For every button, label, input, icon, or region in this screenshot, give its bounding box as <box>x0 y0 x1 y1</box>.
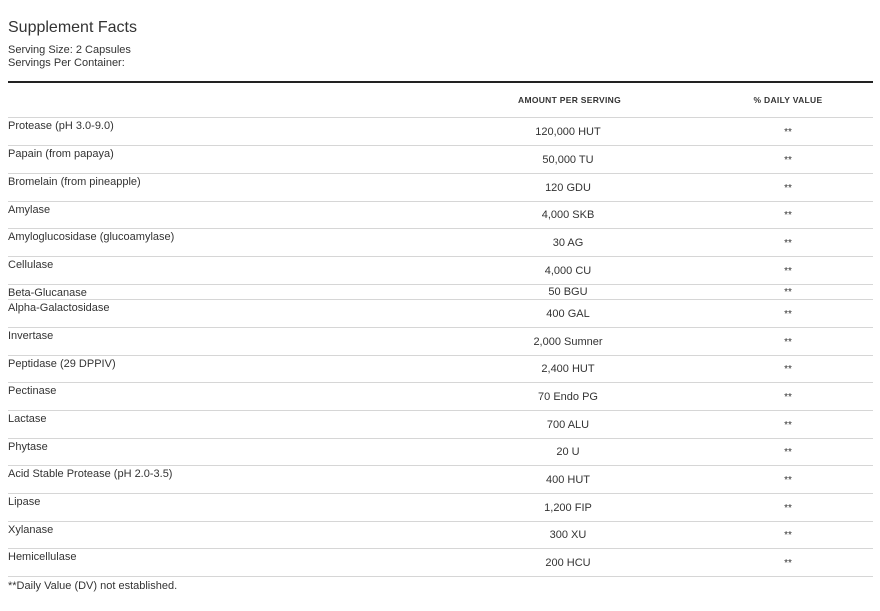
ingredient-name: Phytase <box>8 441 48 453</box>
table-row: Hemicellulase 200 HCU ** <box>8 549 873 577</box>
ingredient-amount: 700 ALU <box>546 419 590 431</box>
ingredient-daily-value: ** <box>784 364 792 375</box>
table-row: Acid Stable Protease (pH 2.0-3.5) 400 HUT… <box>8 466 873 494</box>
ingredient-name: Amylase <box>8 204 51 216</box>
table-row: Beta-Glucanase 50 BGU ** <box>8 285 873 300</box>
ingredient-amount: 50 BGU <box>548 286 588 298</box>
ingredient-daily-value: ** <box>784 475 792 486</box>
thick-divider <box>8 81 873 83</box>
ingredient-name: Hemicellulase <box>8 551 77 563</box>
ingredient-name: Peptidase (29 DPPIV) <box>8 358 116 370</box>
ingredient-amount: 4,000 SKB <box>541 209 595 221</box>
table-row: Peptidase (29 DPPIV) 2,400 HUT ** <box>8 356 873 383</box>
table-row: Lactase 700 ALU ** <box>8 411 873 439</box>
ingredient-amount: 200 HCU <box>545 557 591 569</box>
servings-per-container: Servings Per Container: <box>8 57 125 69</box>
ingredient-amount: 20 U <box>556 446 580 458</box>
ingredient-daily-value: ** <box>784 337 792 348</box>
ingredient-daily-value: ** <box>784 210 792 221</box>
table-header: AMOUNT PER SERVING % DAILY VALUE <box>8 84 873 118</box>
ingredient-amount: 400 HUT <box>545 474 591 486</box>
ingredient-table: Protease (pH 3.0-9.0) 120,000 HUT ** Papain… <box>8 118 873 577</box>
ingredient-name: Bromelain (from pineapple) <box>8 176 141 188</box>
ingredient-name: Cellulase <box>8 259 54 271</box>
table-row: Alpha-Galactosidase 400 GAL ** <box>8 300 873 328</box>
ingredient-name: Lactase <box>8 413 47 425</box>
ingredient-name: Protease (pH 3.0-9.0) <box>8 120 114 132</box>
ingredient-amount: 120 GDU <box>545 182 591 194</box>
ingredient-amount: 2,000 Sumner <box>533 336 603 348</box>
ingredient-daily-value: ** <box>784 287 792 298</box>
ingredient-name: Papain (from papaya) <box>8 148 114 160</box>
ingredient-amount: 4,000 CU <box>544 265 592 277</box>
header-amount-per-serving: AMOUNT PER SERVING <box>518 95 622 105</box>
ingredient-name: Beta-Glucanase <box>8 287 87 299</box>
table-row: Pectinase 70 Endo PG ** <box>8 383 873 411</box>
table-row: Papain (from papaya) 50,000 TU ** <box>8 146 873 174</box>
table-row: Amyloglucosidase (glucoamylase) 30 AG ** <box>8 229 873 257</box>
ingredient-name: Alpha-Galactosidase <box>8 302 110 314</box>
ingredient-name: Xylanase <box>8 524 54 536</box>
ingredient-daily-value: ** <box>784 558 792 569</box>
ingredient-daily-value: ** <box>784 266 792 277</box>
table-row: Phytase 20 U ** <box>8 439 873 466</box>
ingredient-amount: 400 GAL <box>546 308 590 320</box>
table-row: Cellulase 4,000 CU ** <box>8 257 873 285</box>
table-row: Protease (pH 3.0-9.0) 120,000 HUT ** <box>8 118 873 146</box>
ingredient-daily-value: ** <box>784 309 792 320</box>
ingredient-amount: 30 AG <box>552 237 584 249</box>
table-row: Amylase 4,000 SKB ** <box>8 202 873 229</box>
table-row: Lipase 1,200 FIP ** <box>8 494 873 522</box>
ingredient-daily-value: ** <box>784 530 792 541</box>
ingredient-daily-value: ** <box>784 183 792 194</box>
table-row: Invertase 2,000 Sumner ** <box>8 328 873 356</box>
ingredient-name: Amyloglucosidase (glucoamylase) <box>8 231 175 243</box>
ingredient-daily-value: ** <box>784 392 792 403</box>
table-row: Bromelain (from pineapple) 120 GDU ** <box>8 174 873 202</box>
ingredient-daily-value: ** <box>784 420 792 431</box>
ingredient-name: Invertase <box>8 330 54 342</box>
ingredient-name: Acid Stable Protease (pH 2.0-3.5) <box>8 468 173 480</box>
ingredient-amount: 2,400 HUT <box>541 363 595 375</box>
ingredient-daily-value: ** <box>784 127 792 138</box>
ingredient-amount: 50,000 TU <box>542 154 594 166</box>
ingredient-daily-value: ** <box>784 238 792 249</box>
serving-info: Serving Size: 2 Capsules Servings Per Co… <box>8 44 131 70</box>
ingredient-name: Pectinase <box>8 385 57 397</box>
ingredient-amount: 70 Endo PG <box>538 391 598 403</box>
serving-size: Serving Size: 2 Capsules <box>8 44 131 56</box>
ingredient-daily-value: ** <box>784 447 792 458</box>
table-row: Xylanase 300 XU ** <box>8 522 873 549</box>
ingredient-name: Lipase <box>8 496 41 508</box>
ingredient-amount: 1,200 FIP <box>544 502 592 514</box>
ingredient-amount: 120,000 HUT <box>535 126 601 138</box>
panel-title: Supplement Facts <box>8 19 137 36</box>
footnote: **Daily Value (DV) not established. <box>8 580 178 592</box>
ingredient-daily-value: ** <box>784 503 792 514</box>
ingredient-amount: 300 XU <box>549 529 587 541</box>
header-daily-value: % DAILY VALUE <box>753 95 823 105</box>
ingredient-daily-value: ** <box>784 155 792 166</box>
